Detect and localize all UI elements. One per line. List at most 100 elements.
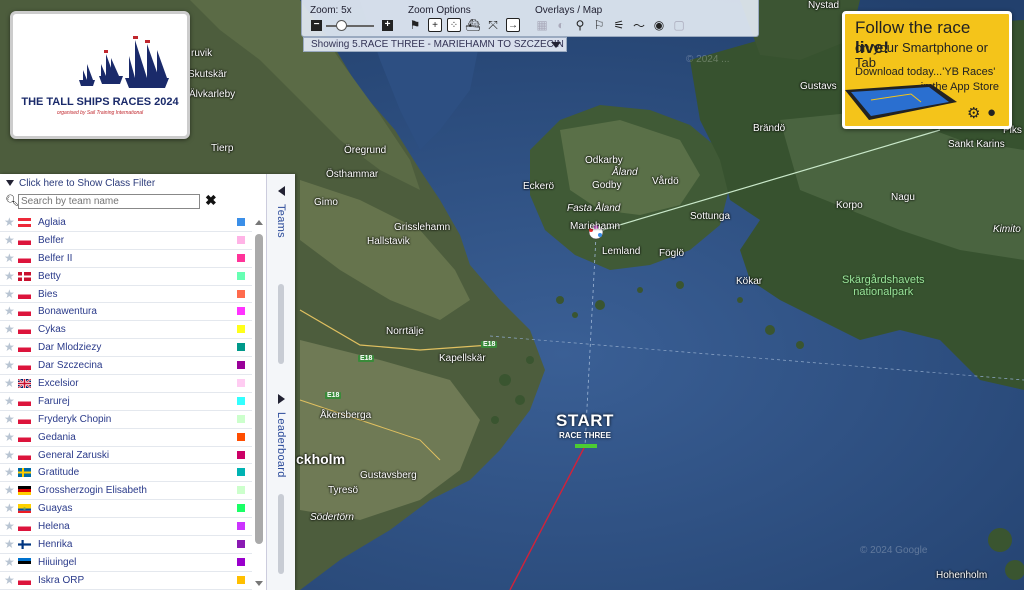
team-row[interactable]: ★ Gedania [0, 429, 252, 447]
team-name: Aglaia [38, 217, 66, 228]
team-color-swatch [237, 361, 245, 370]
zoom-slider-handle[interactable] [336, 20, 347, 31]
team-row[interactable]: ★ Fryderyk Chopin [0, 411, 252, 429]
favorite-star-icon[interactable]: ★ [4, 215, 15, 229]
team-row[interactable]: ★ Dar Szczecina [0, 357, 252, 376]
tracks-overlay-icon[interactable]: 〜 [632, 18, 646, 33]
team-row[interactable]: ★ Dar Mlodziezy [0, 339, 252, 358]
team-color-swatch [237, 450, 245, 459]
team-color-swatch [237, 522, 245, 531]
zoom-to-leader-icon[interactable]: → [506, 18, 520, 32]
apple-icon: ● [987, 104, 997, 121]
tab-teams[interactable]: Teams [267, 174, 296, 374]
team-name: Bonawentura [38, 306, 97, 318]
flag-icon [18, 540, 31, 550]
favorite-star-icon[interactable]: ★ [4, 287, 15, 301]
zoom-dots-icon[interactable]: ⁘ [447, 18, 461, 32]
favorite-star-icon[interactable]: ★ [4, 519, 15, 533]
team-row[interactable]: ★ Hiiuingel [0, 554, 252, 572]
favorite-star-icon[interactable]: ★ [4, 430, 15, 444]
team-row[interactable]: ★ Iskra ORP [0, 572, 252, 590]
team-row[interactable]: ★ Belfer [0, 232, 252, 250]
race-selector[interactable]: Showing 5.RACE THREE - MARIEHAMN TO SZCZ… [303, 37, 567, 52]
favorite-star-icon[interactable]: ★ [4, 251, 15, 265]
flag-icon [18, 379, 31, 389]
tab-leaderboard[interactable]: Leaderboard [267, 384, 296, 590]
favorite-star-icon[interactable]: ★ [4, 537, 15, 551]
place-label: Fasta Åland [567, 203, 621, 214]
team-name: Grossherzogin Elisabeth [38, 485, 147, 497]
class-filter-toggle[interactable]: Click here to Show Class Filter [6, 178, 155, 189]
favorite-star-icon[interactable]: ★ [4, 501, 15, 515]
team-row[interactable]: ★ Excelsior [0, 375, 252, 393]
place-label: Gimo [314, 197, 338, 208]
event-logo[interactable]: THE TALL SHIPS RACES 2024 organised by S… [10, 11, 190, 139]
favorite-star-icon[interactable]: ★ [4, 412, 15, 426]
team-row[interactable]: ★ Bonawentura [0, 303, 252, 322]
team-row[interactable]: ★ Cykas [0, 321, 252, 340]
team-color-swatch [237, 557, 245, 566]
scrollbar-thumb[interactable] [255, 234, 263, 544]
flag-icon [18, 289, 31, 299]
app-ad-banner[interactable]: Follow the race live! on your Smartphone… [842, 11, 1012, 129]
team-row[interactable]: ★ General Zaruski [0, 447, 252, 465]
favorite-star-icon[interactable]: ★ [4, 340, 15, 354]
team-row[interactable]: ★ Betty [0, 268, 252, 286]
wind-overlay-icon[interactable]: ⚟ [612, 18, 626, 32]
favorite-star-icon[interactable]: ★ [4, 376, 15, 390]
start-label: START RACE THREE [556, 411, 614, 440]
place-label: Kökar [736, 276, 763, 287]
shade-overlay-icon[interactable]: ◐ [554, 18, 568, 32]
fleet-icon[interactable]: ⛴ [465, 18, 480, 32]
finish-flag-icon[interactable]: ⚑ [408, 18, 422, 32]
place-label: Norrtälje [386, 326, 424, 337]
favorite-star-icon[interactable]: ★ [4, 233, 15, 247]
favorite-star-icon[interactable]: ★ [4, 448, 15, 462]
team-color-swatch [237, 504, 245, 513]
place-label: Södertörn [310, 512, 354, 523]
team-row[interactable]: ★ Gratitude [0, 464, 252, 483]
place-label: Hallstavik [367, 236, 410, 247]
favorite-star-icon[interactable]: ★ [4, 394, 15, 408]
favorite-star-icon[interactable]: ★ [4, 322, 15, 336]
flag-icon [18, 271, 31, 281]
favorite-star-icon[interactable]: ★ [4, 358, 15, 372]
zoom-box-icon[interactable]: + [428, 18, 442, 32]
zoom-slider-track[interactable] [326, 25, 374, 27]
favorite-star-icon[interactable]: ★ [4, 465, 15, 479]
course-overlay-icon[interactable]: ⚲ [573, 18, 587, 32]
logo-title: THE TALL SHIPS RACES 2024 [21, 96, 179, 108]
team-row[interactable]: ★ Guayas [0, 500, 252, 519]
team-row[interactable]: ★ Belfer II [0, 250, 252, 268]
team-row[interactable]: ★ Grossherzogin Elisabeth [0, 482, 252, 501]
clear-search-icon[interactable]: ✖ [205, 192, 217, 209]
scroll-up-icon[interactable] [255, 220, 263, 225]
team-list: ★ Aglaia ★ Belfer ★ Belfer II ★ Betty ★ Bies ★ Bona… [0, 214, 252, 590]
place-label: Öregrund [344, 145, 387, 156]
globe-icon[interactable]: ◉ [652, 18, 666, 32]
place-label: Åland [612, 167, 638, 178]
team-row[interactable]: ★ Bies [0, 286, 252, 304]
marks-overlay-icon[interactable]: ⚐ [592, 18, 606, 32]
team-row[interactable]: ★ Aglaia [0, 214, 252, 232]
favorite-star-icon[interactable]: ★ [4, 304, 15, 318]
team-row[interactable]: ★ Farurej [0, 393, 252, 411]
zoom-out-button[interactable]: − [311, 20, 322, 31]
road-badge: E18 [325, 392, 342, 399]
place-label: Gustavsberg [360, 470, 417, 481]
place-label: Nystad [808, 0, 840, 11]
scroll-down-icon[interactable] [255, 581, 263, 586]
team-list-scrollbar[interactable] [254, 214, 264, 590]
zoom-in-button[interactable]: + [382, 20, 393, 31]
fit-all-icon[interactable]: ⤧ [486, 18, 500, 32]
team-row[interactable]: ★ Helena [0, 518, 252, 537]
favorite-star-icon[interactable]: ★ [4, 269, 15, 283]
team-search-input[interactable] [18, 194, 200, 209]
map-type-icon[interactable]: ▢ [672, 18, 686, 32]
grid-overlay-icon[interactable]: ▦ [535, 18, 549, 32]
favorite-star-icon[interactable]: ★ [4, 483, 15, 497]
favorite-star-icon[interactable]: ★ [4, 555, 15, 569]
chevron-down-icon [551, 42, 561, 48]
team-row[interactable]: ★ Henrika [0, 536, 252, 554]
favorite-star-icon[interactable]: ★ [4, 573, 15, 587]
